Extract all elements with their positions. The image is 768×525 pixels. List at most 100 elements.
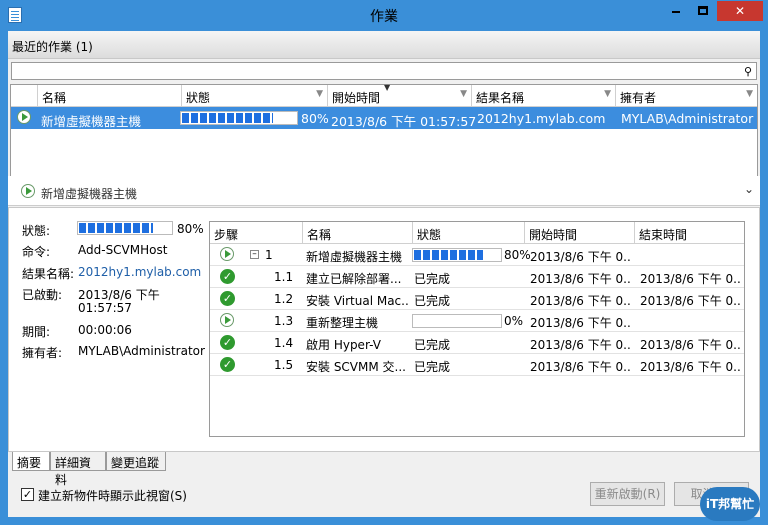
owner-label: 擁有者:	[22, 346, 63, 360]
column-header-start-time[interactable]: ▼ 開始時間 ▼	[327, 83, 471, 107]
step-status: 已完成	[414, 338, 451, 352]
title-bar: 作業 ✕	[0, 0, 768, 31]
filter-dropdown-icon[interactable]: ▼	[316, 89, 323, 99]
step-end-time: 2013/8/6 下午 0...	[640, 338, 742, 352]
search-icon[interactable]: ⚲	[744, 65, 752, 78]
step-status: 80%	[504, 248, 531, 262]
job-owner: MYLAB\Administrator	[621, 111, 754, 126]
job-detail-title: 新增虛擬機器主機	[41, 187, 138, 201]
filter-dropdown-icon[interactable]: ▼	[746, 89, 753, 99]
minimize-button[interactable]	[663, 1, 689, 21]
step-status: 已完成	[414, 294, 451, 308]
column-header-start-time[interactable]: 開始時間	[524, 222, 634, 244]
show-window-checkbox-label[interactable]: 建立新物件時顯示此視窗(S)	[38, 487, 187, 504]
job-result-name: 2012hy1.mylab.com	[477, 111, 606, 126]
column-header-status[interactable]: 狀態	[412, 222, 524, 244]
close-button[interactable]: ✕	[717, 1, 763, 21]
restart-button[interactable]: 重新啟動(R)	[590, 482, 665, 506]
step-start-time: 2013/8/6 下午 0...	[530, 360, 632, 374]
maximize-icon	[698, 6, 708, 15]
step-status: 0%	[504, 314, 524, 328]
column-header-name[interactable]: 名稱	[302, 222, 412, 244]
chevron-down-icon[interactable]: ⌄	[744, 182, 754, 196]
step-name: 安裝 Virtual Mac...	[306, 294, 410, 308]
close-icon: ✕	[734, 4, 746, 18]
step-status: 已完成	[414, 272, 451, 286]
duration-label: 期間:	[22, 325, 51, 339]
step-number: 1	[265, 248, 273, 262]
sort-descending-icon: ▼	[384, 83, 391, 92]
command-label: 命令:	[22, 245, 51, 259]
collapse-icon[interactable]: –	[250, 250, 259, 259]
client-area: 最近的作業 (1) ⚲ 名稱 狀態 ▼ ▼ 開始時間 ▼ 結果名稱 ▼ 擁有者 ▼ 新增虛…	[8, 31, 760, 517]
completed-check-icon: ✓	[220, 357, 235, 372]
tab-change-tracking[interactable]: 變更追蹤	[106, 452, 166, 471]
started-label: 已啟動:	[22, 288, 63, 302]
column-header-status[interactable]: 狀態 ▼	[181, 85, 327, 107]
status-progress-bar	[77, 221, 173, 235]
status-label: 狀態:	[22, 224, 51, 238]
table-row[interactable]: 新增虛擬機器主機 80% 2013/8/6 下午 01:57:57 2012hy…	[11, 107, 757, 129]
maximize-button[interactable]	[690, 1, 716, 21]
job-name: 新增虛擬機器主機	[41, 114, 142, 129]
filter-dropdown-icon[interactable]: ▼	[604, 89, 611, 99]
steps-grid: 步驟 名稱 狀態 開始時間 結束時間 –1 新增虛擬機器主機 80% 2013/8/6…	[209, 221, 745, 437]
search-input[interactable]: ⚲	[11, 62, 757, 80]
step-number: 1.5	[274, 358, 294, 372]
running-play-icon	[21, 184, 35, 198]
column-header-step[interactable]: 步驟	[210, 222, 302, 244]
completed-check-icon: ✓	[220, 269, 235, 284]
step-status: 已完成	[414, 360, 451, 374]
step-number: 1.2	[274, 292, 294, 306]
recent-jobs-title: 最近的作業 (1)	[12, 40, 93, 54]
table-row[interactable]: ✓ 1.4 啟用 Hyper-V 已完成 2013/8/6 下午 0... 2013/8/…	[210, 332, 744, 354]
duration-value: 00:00:06	[78, 323, 132, 337]
summary-panel: 狀態: 80% 命令: Add-SCVMHost 結果名稱: 2012hy1.m…	[8, 207, 760, 452]
column-header-result-name[interactable]: 結果名稱 ▼	[471, 85, 615, 107]
status-value: 80%	[177, 222, 204, 236]
running-play-icon	[220, 247, 234, 261]
step-start-time: 2013/8/6 下午 0...	[530, 272, 632, 286]
step-number: 1.4	[274, 336, 294, 350]
window-title: 作業	[370, 9, 398, 25]
column-header-owner[interactable]: 擁有者 ▼	[615, 85, 757, 107]
step-end-time: 2013/8/6 下午 0...	[640, 272, 742, 286]
jobs-grid-header: 名稱 狀態 ▼ ▼ 開始時間 ▼ 結果名稱 ▼ 擁有者 ▼	[11, 83, 757, 107]
footer: ✓ 建立新物件時顯示此視窗(S) 重新啟動(R) 取消(C)	[8, 472, 760, 517]
column-header-name[interactable]: 名稱	[37, 85, 181, 107]
recent-jobs-header: 最近的作業 (1)	[8, 31, 760, 59]
owner-value: MYLAB\Administrator	[78, 344, 205, 358]
step-start-time: 2013/8/6 下午 0...	[530, 316, 632, 330]
table-row[interactable]: 1.3 重新整理主機 0% 2013/8/6 下午 0...	[210, 310, 744, 332]
column-header-end-time[interactable]: 結束時間	[634, 222, 744, 244]
started-value-time: 01:57:57	[78, 301, 132, 315]
step-name: 新增虛擬機器主機	[306, 250, 403, 264]
table-row[interactable]: ✓ 1.1 建立已解除部署... 已完成 2013/8/6 下午 0... 2013/8/…	[210, 266, 744, 288]
watermark-logo: iT邦幫忙	[700, 487, 760, 521]
step-name: 啟用 Hyper-V	[306, 338, 381, 352]
result-name-label: 結果名稱:	[22, 267, 75, 281]
step-progress-bar	[412, 314, 502, 328]
step-progress-bar	[412, 248, 502, 262]
filter-dropdown-icon[interactable]: ▼	[460, 89, 467, 99]
show-window-checkbox[interactable]: ✓	[21, 488, 34, 501]
running-play-icon	[220, 313, 234, 327]
table-row[interactable]: ✓ 1.2 安裝 Virtual Mac... 已完成 2013/8/6 下午 0...…	[210, 288, 744, 310]
tab-summary[interactable]: 摘要	[12, 452, 50, 471]
tab-details[interactable]: 詳細資料	[50, 452, 106, 487]
step-number: 1.3	[274, 314, 294, 328]
table-row[interactable]: ✓ 1.5 安裝 SCVMM 交... 已完成 2013/8/6 下午 0... 2013…	[210, 354, 744, 376]
jobs-window: 作業 ✕ 最近的作業 (1) ⚲ 名稱 狀態 ▼ ▼ 開始時間 ▼ 結果名稱 ▼ 擁有者…	[0, 0, 768, 525]
step-start-time: 2013/8/6 下午 0...	[530, 294, 632, 308]
step-start-time: 2013/8/6 下午 0...	[530, 338, 632, 352]
step-start-time: 2013/8/6 下午 0...	[530, 250, 632, 264]
command-value: Add-SCVMHost	[78, 243, 168, 257]
table-row[interactable]: –1 新增虛擬機器主機 80% 2013/8/6 下午 0...	[210, 244, 744, 266]
job-progress-label: 80%	[301, 111, 329, 126]
result-name-link[interactable]: 2012hy1.mylab.com	[78, 265, 201, 279]
step-name: 重新整理主機	[306, 316, 379, 330]
completed-check-icon: ✓	[220, 335, 235, 350]
job-detail-header[interactable]: 新增虛擬機器主機 ⌄	[8, 176, 760, 206]
step-end-time: 2013/8/6 下午 0...	[640, 294, 742, 308]
step-name: 安裝 SCVMM 交...	[306, 360, 406, 374]
